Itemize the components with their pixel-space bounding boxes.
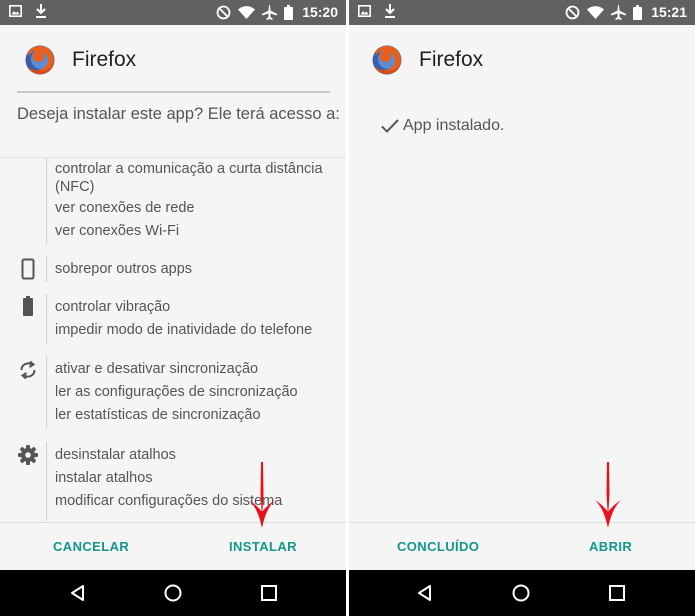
do-not-disturb-icon [565, 5, 580, 19]
download-notification-icon [385, 4, 395, 18]
image-notification-icon [358, 5, 371, 17]
wifi-icon [587, 5, 605, 19]
permission-item: controlar vibração [55, 299, 171, 315]
app-header: Firefox [371, 44, 483, 76]
install-screen: 15:20 Firefox Deseja instalar este app? … [0, 0, 346, 616]
firefox-logo-icon [371, 44, 403, 76]
permission-group-bar [46, 442, 47, 521]
install-button[interactable]: INSTALAR [229, 539, 297, 554]
dialog-button-bar: CANCELAR INSTALAR [0, 522, 346, 570]
clock: 15:20 [302, 4, 338, 20]
done-button[interactable]: CONCLUÍDO [397, 539, 479, 554]
installed-screen: 15:21 Firefox App instalado. CONCLUÍDO A… [349, 0, 695, 616]
home-icon[interactable] [163, 583, 183, 603]
permission-item: impedir modo de inatividade do telefone [55, 322, 313, 338]
gear-icon [18, 445, 38, 465]
permission-item: ver conexões de rede [55, 200, 195, 216]
dialog-button-bar: CONCLUÍDO ABRIR [349, 522, 695, 570]
firefox-logo-icon [24, 44, 56, 76]
permission-group-bar [46, 158, 47, 244]
navigation-bar [349, 570, 695, 616]
app-title: Firefox [72, 48, 137, 71]
permission-item: ler as configurações de sincronização [55, 384, 298, 400]
image-notification-icon [9, 5, 22, 17]
installed-message: App instalado. [403, 117, 505, 134]
permission-item: ler estatísticas de sincronização [55, 407, 261, 423]
wifi-icon [238, 5, 256, 19]
permission-item: ativar e desativar sincronização [55, 361, 259, 377]
permission-item: controlar a comunicação a curta distânci… [55, 161, 323, 177]
recents-icon[interactable] [259, 583, 279, 603]
battery-status-icon [633, 4, 643, 20]
permission-item: (NFC) [55, 179, 95, 195]
permission-item: desinstalar atalhos [55, 447, 176, 463]
cancel-button[interactable]: CANCELAR [53, 539, 129, 554]
back-icon[interactable] [415, 583, 435, 603]
red-arrow-annotation-icon [247, 462, 277, 530]
app-header: Firefox [24, 44, 136, 76]
battery-status-icon [284, 4, 294, 20]
open-button[interactable]: ABRIR [589, 539, 632, 554]
clock: 15:21 [651, 4, 687, 20]
red-arrow-annotation-icon [593, 462, 623, 530]
install-question: Deseja instalar este app? Ele terá acess… [17, 105, 340, 123]
sync-icon [20, 360, 36, 380]
recents-icon[interactable] [607, 583, 627, 603]
permission-group-bar [46, 256, 47, 282]
do-not-disturb-icon [216, 5, 231, 19]
status-bar: 15:21 [349, 0, 695, 25]
home-icon[interactable] [511, 583, 531, 603]
navigation-bar [0, 570, 346, 616]
airplane-mode-icon [262, 4, 278, 20]
battery-icon [23, 296, 33, 316]
checkmark-icon [381, 119, 399, 133]
permission-group-bar [46, 356, 47, 428]
permission-group-bar [46, 294, 47, 344]
permission-list[interactable]: controlar a comunicação a curta distânci… [0, 157, 346, 521]
back-icon[interactable] [68, 583, 88, 603]
phone-icon [21, 258, 35, 280]
permission-item: instalar atalhos [55, 470, 153, 486]
airplane-mode-icon [611, 4, 627, 20]
download-notification-icon [36, 4, 46, 18]
permission-item: sobrepor outros apps [55, 261, 193, 277]
header-divider [17, 91, 330, 93]
permission-item: ver conexões Wi-Fi [55, 223, 180, 239]
install-status: App instalado. [380, 117, 504, 135]
status-bar: 15:20 [0, 0, 346, 25]
app-title: Firefox [419, 48, 484, 71]
